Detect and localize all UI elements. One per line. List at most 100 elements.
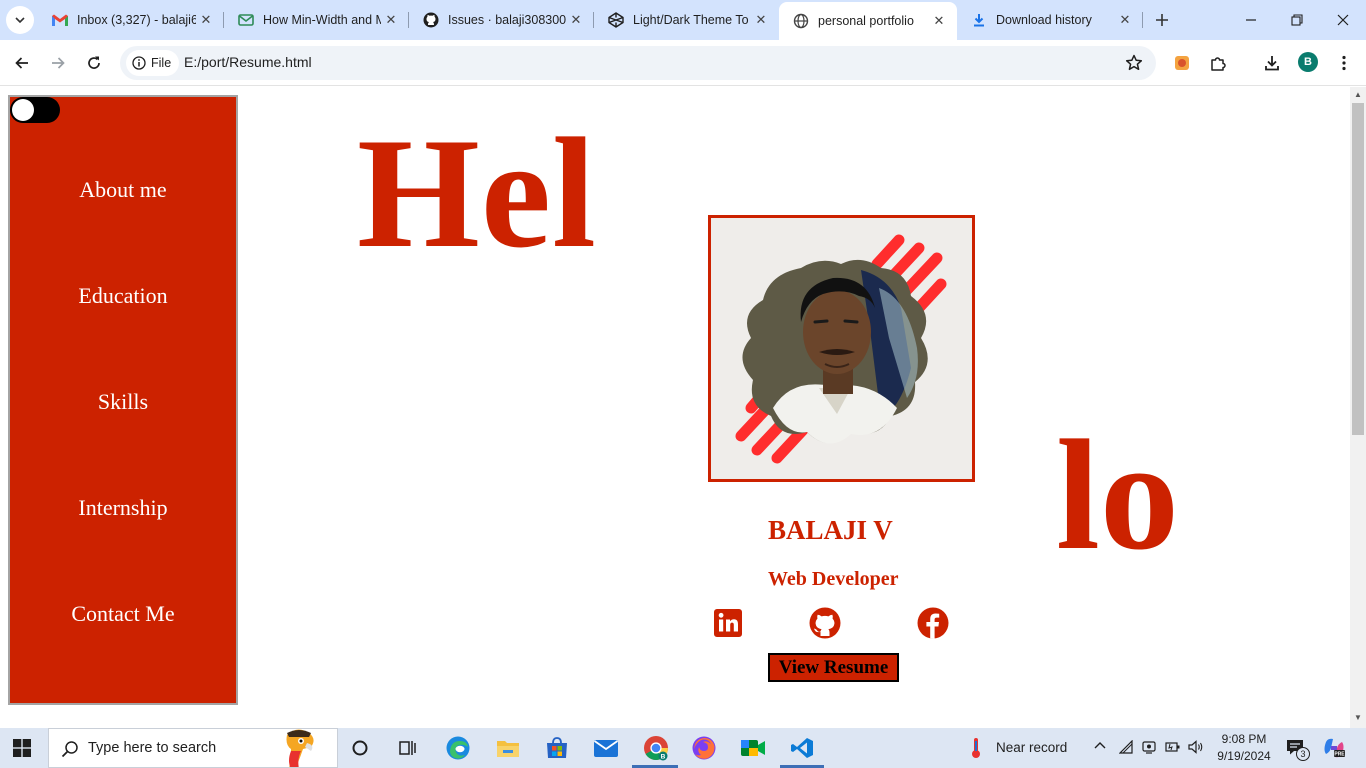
taskbar-search-box[interactable]: Type here to search <box>48 728 338 768</box>
extension-badge-icon <box>1175 56 1189 70</box>
email-check-icon <box>238 12 254 28</box>
tab-title: Download history <box>996 13 1092 27</box>
firefox-icon[interactable] <box>690 734 718 762</box>
kebab-menu-icon <box>1342 55 1346 71</box>
close-icon[interactable]: ✕ <box>929 11 949 31</box>
close-icon[interactable]: ✕ <box>1115 10 1135 30</box>
tab-gmail[interactable]: Inbox (3,327) - balaji6 ✕ <box>38 0 224 40</box>
notification-center-icon[interactable]: 3 <box>1286 738 1310 761</box>
taskbar-clock[interactable]: 9:08 PM 9/19/2024 <box>1212 731 1276 765</box>
notification-count-badge: 3 <box>1296 747 1310 761</box>
hero-text-right: lo <box>1056 408 1179 583</box>
clock-date: 9/19/2024 <box>1217 749 1271 763</box>
browser-toolbar: File E:/port/Resume.html B <box>0 40 1366 86</box>
network-icon[interactable] <box>1118 739 1133 757</box>
info-icon <box>132 56 146 70</box>
minimize-button[interactable] <box>1228 0 1274 40</box>
sidebar: About me Education Skills Internship Con… <box>8 95 238 705</box>
bookmark-star-icon[interactable] <box>1124 53 1144 73</box>
page-scrollbar[interactable]: ▲ ▼ <box>1350 87 1366 728</box>
cortana-icon[interactable] <box>346 734 374 762</box>
extensions-button[interactable] <box>1204 49 1232 77</box>
minimize-icon <box>1246 19 1256 21</box>
linkedin-icon[interactable] <box>712 607 744 639</box>
tab-email[interactable]: How Min-Width and Max ✕ <box>224 0 409 40</box>
clock-time: 9:08 PM <box>1221 732 1267 746</box>
search-highlight-parrot-icon <box>286 729 314 767</box>
nav-about-me[interactable]: About me <box>10 177 236 203</box>
battery-icon[interactable] <box>1165 740 1181 757</box>
github-icon[interactable] <box>809 607 841 639</box>
tab-title: Issues · balaji308300/ <box>448 13 566 27</box>
forward-button[interactable] <box>44 49 72 77</box>
restore-button[interactable] <box>1274 0 1320 40</box>
tab-codepen[interactable]: Light/Dark Theme To ✕ <box>594 0 779 40</box>
meet-now-icon[interactable] <box>1142 740 1156 757</box>
close-window-button[interactable] <box>1320 0 1366 40</box>
tab-personal-portfolio[interactable]: personal portfolio ✕ <box>779 2 957 40</box>
github-icon <box>423 12 439 28</box>
reload-icon <box>88 56 100 69</box>
windows-start-icon[interactable] <box>12 738 32 758</box>
nav-skills[interactable]: Skills <box>10 389 236 415</box>
meet-video-icon[interactable] <box>739 734 767 762</box>
scroll-up-arrow-icon[interactable]: ▲ <box>1354 90 1362 99</box>
close-icon[interactable]: ✕ <box>751 10 771 30</box>
downloads-button[interactable] <box>1258 49 1286 77</box>
close-icon[interactable]: ✕ <box>566 10 586 30</box>
profile-photo <box>735 234 947 464</box>
close-icon <box>1337 14 1349 26</box>
file-explorer-icon[interactable] <box>494 734 522 762</box>
task-view-icon[interactable] <box>394 734 422 762</box>
edge-icon[interactable] <box>444 734 472 762</box>
nav-contact-me[interactable]: Contact Me <box>10 601 236 627</box>
site-info-chip[interactable]: File <box>126 50 180 76</box>
nav-education[interactable]: Education <box>10 283 236 309</box>
theme-toggle[interactable] <box>10 97 60 123</box>
back-button[interactable] <box>8 49 36 77</box>
nav-internship[interactable]: Internship <box>10 495 236 521</box>
scroll-down-arrow-icon[interactable]: ▼ <box>1354 713 1362 722</box>
tab-title: personal portfolio <box>818 14 914 28</box>
tab-download-history[interactable]: Download history ✕ <box>957 0 1143 40</box>
close-icon[interactable]: ✕ <box>381 10 401 30</box>
weather-text[interactable]: Near record <box>996 740 1067 755</box>
tab-strip: Inbox (3,327) - balaji6 ✕ How Min-Width … <box>0 0 1366 40</box>
arrow-left-icon <box>15 57 28 69</box>
close-icon[interactable]: ✕ <box>196 10 216 30</box>
tab-search-button[interactable] <box>6 6 34 34</box>
svg-text:PRE: PRE <box>1334 752 1345 758</box>
tab-github-issues[interactable]: Issues · balaji308300/ ✕ <box>409 0 594 40</box>
extension-button[interactable] <box>1168 49 1196 77</box>
vscode-icon[interactable] <box>788 734 816 762</box>
chevron-up-icon[interactable] <box>1094 740 1106 755</box>
reload-button[interactable] <box>80 49 108 77</box>
chrome-icon[interactable]: B <box>642 734 670 762</box>
codepen-icon <box>608 12 624 28</box>
view-resume-button[interactable]: View Resume <box>768 653 899 682</box>
puzzle-icon <box>1211 57 1226 71</box>
globe-icon <box>793 13 809 29</box>
new-tab-button[interactable] <box>1150 8 1174 32</box>
url-text[interactable]: E:/port/Resume.html <box>184 54 312 70</box>
site-chip-label: File <box>151 56 172 70</box>
tab-title: How Min-Width and Max <box>263 13 381 27</box>
download-icon <box>971 12 987 28</box>
address-bar[interactable]: File E:/port/Resume.html <box>120 46 1156 80</box>
scrollbar-thumb[interactable] <box>1352 103 1364 435</box>
profile-avatar[interactable]: B <box>1298 52 1318 72</box>
chrome-menu-button[interactable] <box>1330 49 1358 77</box>
facebook-icon[interactable] <box>917 607 949 639</box>
toggle-knob <box>12 99 34 121</box>
mail-icon[interactable] <box>592 734 620 762</box>
restore-icon <box>1291 14 1303 26</box>
volume-icon[interactable] <box>1188 740 1204 757</box>
svg-text:B: B <box>661 754 666 761</box>
download-icon <box>1265 56 1279 71</box>
microsoft-store-icon[interactable] <box>543 734 571 762</box>
windows-taskbar: Type here to search B Near record 9:08 P… <box>0 728 1366 768</box>
profile-photo-frame <box>708 215 975 482</box>
profile-role: Web Developer <box>768 568 899 590</box>
page-viewport: About me Education Skills Internship Con… <box>0 87 1350 728</box>
copilot-preview-icon[interactable]: PRE <box>1320 734 1348 762</box>
